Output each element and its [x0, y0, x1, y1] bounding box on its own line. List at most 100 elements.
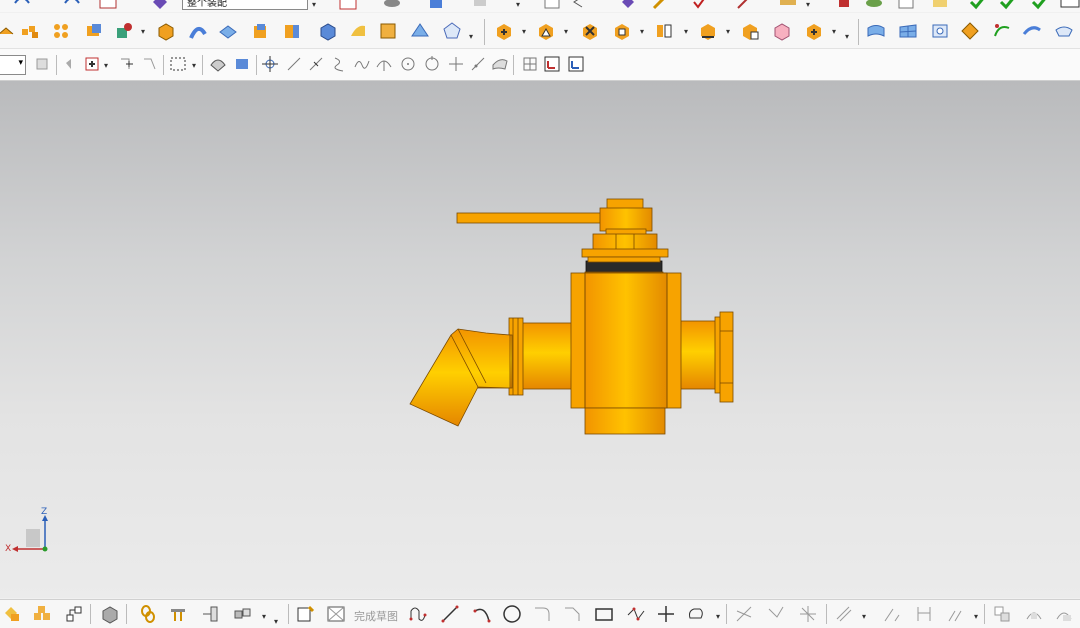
sew-icon[interactable]	[1020, 19, 1044, 43]
thicken-icon[interactable]	[376, 19, 400, 43]
offset-face-icon[interactable]	[280, 19, 304, 43]
profile-icon[interactable]	[406, 602, 430, 626]
chevron-down-icon[interactable]: ▾	[862, 612, 866, 621]
check-green-2-icon[interactable]	[996, 0, 1020, 12]
snap-icon[interactable]	[148, 0, 172, 12]
chevron-down-icon[interactable]: ▾	[192, 61, 196, 70]
end-point-icon[interactable]	[282, 52, 306, 76]
measure-icon[interactable]	[732, 0, 756, 12]
pattern-face-icon[interactable]	[770, 19, 794, 43]
explode-icon[interactable]	[230, 602, 254, 626]
draft-icon[interactable]	[248, 19, 272, 43]
chevron-down-icon[interactable]: ▾	[806, 0, 810, 9]
move-face-icon[interactable]	[534, 19, 558, 43]
redo-icon[interactable]	[60, 0, 84, 12]
existing-point-icon[interactable]	[444, 52, 468, 76]
sketch-icon[interactable]	[336, 0, 360, 12]
offset-curve-icon[interactable]	[832, 602, 856, 626]
surface-loop-icon[interactable]	[928, 19, 952, 43]
assembly-icon[interactable]	[832, 0, 856, 12]
trim-surface-icon[interactable]	[958, 19, 982, 43]
wcs-icon[interactable]	[540, 52, 564, 76]
polygon-icon[interactable]	[440, 19, 464, 43]
offset-region-icon[interactable]	[738, 19, 762, 43]
quick-trim-icon[interactable]	[732, 602, 756, 626]
table-icon[interactable]	[540, 0, 564, 12]
shell-icon[interactable]	[216, 19, 240, 43]
circle-icon[interactable]	[500, 602, 524, 626]
graphics-viewport[interactable]: Z X	[0, 81, 1080, 598]
pattern-blocks-icon[interactable]	[18, 19, 42, 43]
block-icon[interactable]	[154, 19, 178, 43]
cube-icon[interactable]	[424, 0, 448, 12]
layer-icon[interactable]	[380, 0, 404, 12]
show-constraints-icon[interactable]	[990, 602, 1014, 626]
component-tree-icon[interactable]	[62, 602, 86, 626]
check-green-3-icon[interactable]	[1028, 0, 1052, 12]
fillet-icon[interactable]	[530, 602, 554, 626]
quadrant-point-icon[interactable]	[420, 52, 444, 76]
split-body-icon[interactable]	[652, 19, 676, 43]
studio-spline-icon[interactable]	[624, 602, 648, 626]
finish-sketch-label[interactable]: 完成草图	[354, 608, 398, 624]
filter-select[interactable]: 整个装配	[182, 0, 308, 10]
copy-face-icon[interactable]	[802, 19, 826, 43]
assembly-navigator-icon[interactable]	[0, 602, 24, 626]
select-curve-icon[interactable]	[138, 52, 162, 76]
note-icon[interactable]	[928, 0, 952, 12]
surface-patch-icon[interactable]	[864, 19, 888, 43]
auto-constrain-icon[interactable]	[1022, 602, 1046, 626]
chevron-down-icon[interactable]: ▾	[726, 27, 730, 36]
mate-icon[interactable]	[166, 602, 190, 626]
layers-icon[interactable]	[862, 0, 886, 12]
select-shell-icon[interactable]	[206, 52, 230, 76]
selection-scope-icon[interactable]	[30, 52, 54, 76]
snap-points-icon[interactable]	[258, 52, 282, 76]
point-on-surface-icon[interactable]	[488, 52, 512, 76]
arc-center-icon[interactable]	[372, 52, 396, 76]
solid-box-icon[interactable]	[316, 19, 340, 43]
chevron-down-icon[interactable]: ▾	[522, 27, 526, 36]
abc-icon[interactable]	[1058, 0, 1080, 12]
chamfer-icon[interactable]	[560, 602, 584, 626]
chevron-down-icon[interactable]: ▾	[684, 27, 688, 36]
chevron-down-icon[interactable]: ▾	[516, 0, 520, 9]
csys-icon[interactable]	[564, 52, 588, 76]
chevron-down-icon[interactable]: ▾	[832, 27, 836, 36]
intersection-icon[interactable]	[350, 52, 374, 76]
n-sided-surface-icon[interactable]	[1052, 19, 1076, 43]
mid-point-icon[interactable]	[304, 52, 328, 76]
diamond-icon[interactable]	[616, 0, 640, 12]
check-green-icon[interactable]	[966, 0, 990, 12]
move-component-icon[interactable]	[98, 602, 122, 626]
point-icon[interactable]	[654, 602, 678, 626]
delete-face-icon[interactable]	[578, 19, 602, 43]
select-solid-icon[interactable]	[230, 52, 254, 76]
table2-icon[interactable]	[894, 0, 918, 12]
chevron-down-icon[interactable]: ▾	[104, 61, 108, 70]
chevron-down-icon[interactable]: ▾	[312, 0, 316, 9]
surface-icon[interactable]	[346, 19, 370, 43]
chevron-down-icon[interactable]: ▾	[640, 27, 644, 36]
chevron-down-icon[interactable]: ▾	[469, 32, 473, 41]
pencil-icon[interactable]	[648, 0, 672, 12]
triangle-surface-icon[interactable]	[408, 19, 432, 43]
sweep-icon[interactable]	[186, 19, 210, 43]
pattern-array-icon[interactable]	[50, 19, 74, 43]
quick-extend-icon[interactable]	[764, 602, 788, 626]
circle-center-icon[interactable]	[396, 52, 420, 76]
curve-on-surface-icon[interactable]	[990, 19, 1014, 43]
chevron-down-icon[interactable]: ▾	[262, 612, 266, 621]
line-icon[interactable]	[438, 602, 462, 626]
chevron-down-icon[interactable]: ▾	[141, 27, 145, 36]
chevron-down-icon[interactable]: ▾	[274, 617, 278, 626]
selection-filter-select[interactable]: ▾	[0, 55, 26, 75]
select-body-icon[interactable]	[80, 52, 104, 76]
chevron-down-icon[interactable]: ▾	[845, 32, 849, 41]
valve-model[interactable]	[0, 81, 1080, 598]
arrow-icon[interactable]	[566, 0, 590, 12]
geometric-constraint-icon[interactable]	[944, 602, 968, 626]
align-icon[interactable]	[198, 602, 222, 626]
edit-feature-icon[interactable]	[492, 19, 516, 43]
alternate-solution-icon[interactable]	[1052, 602, 1076, 626]
